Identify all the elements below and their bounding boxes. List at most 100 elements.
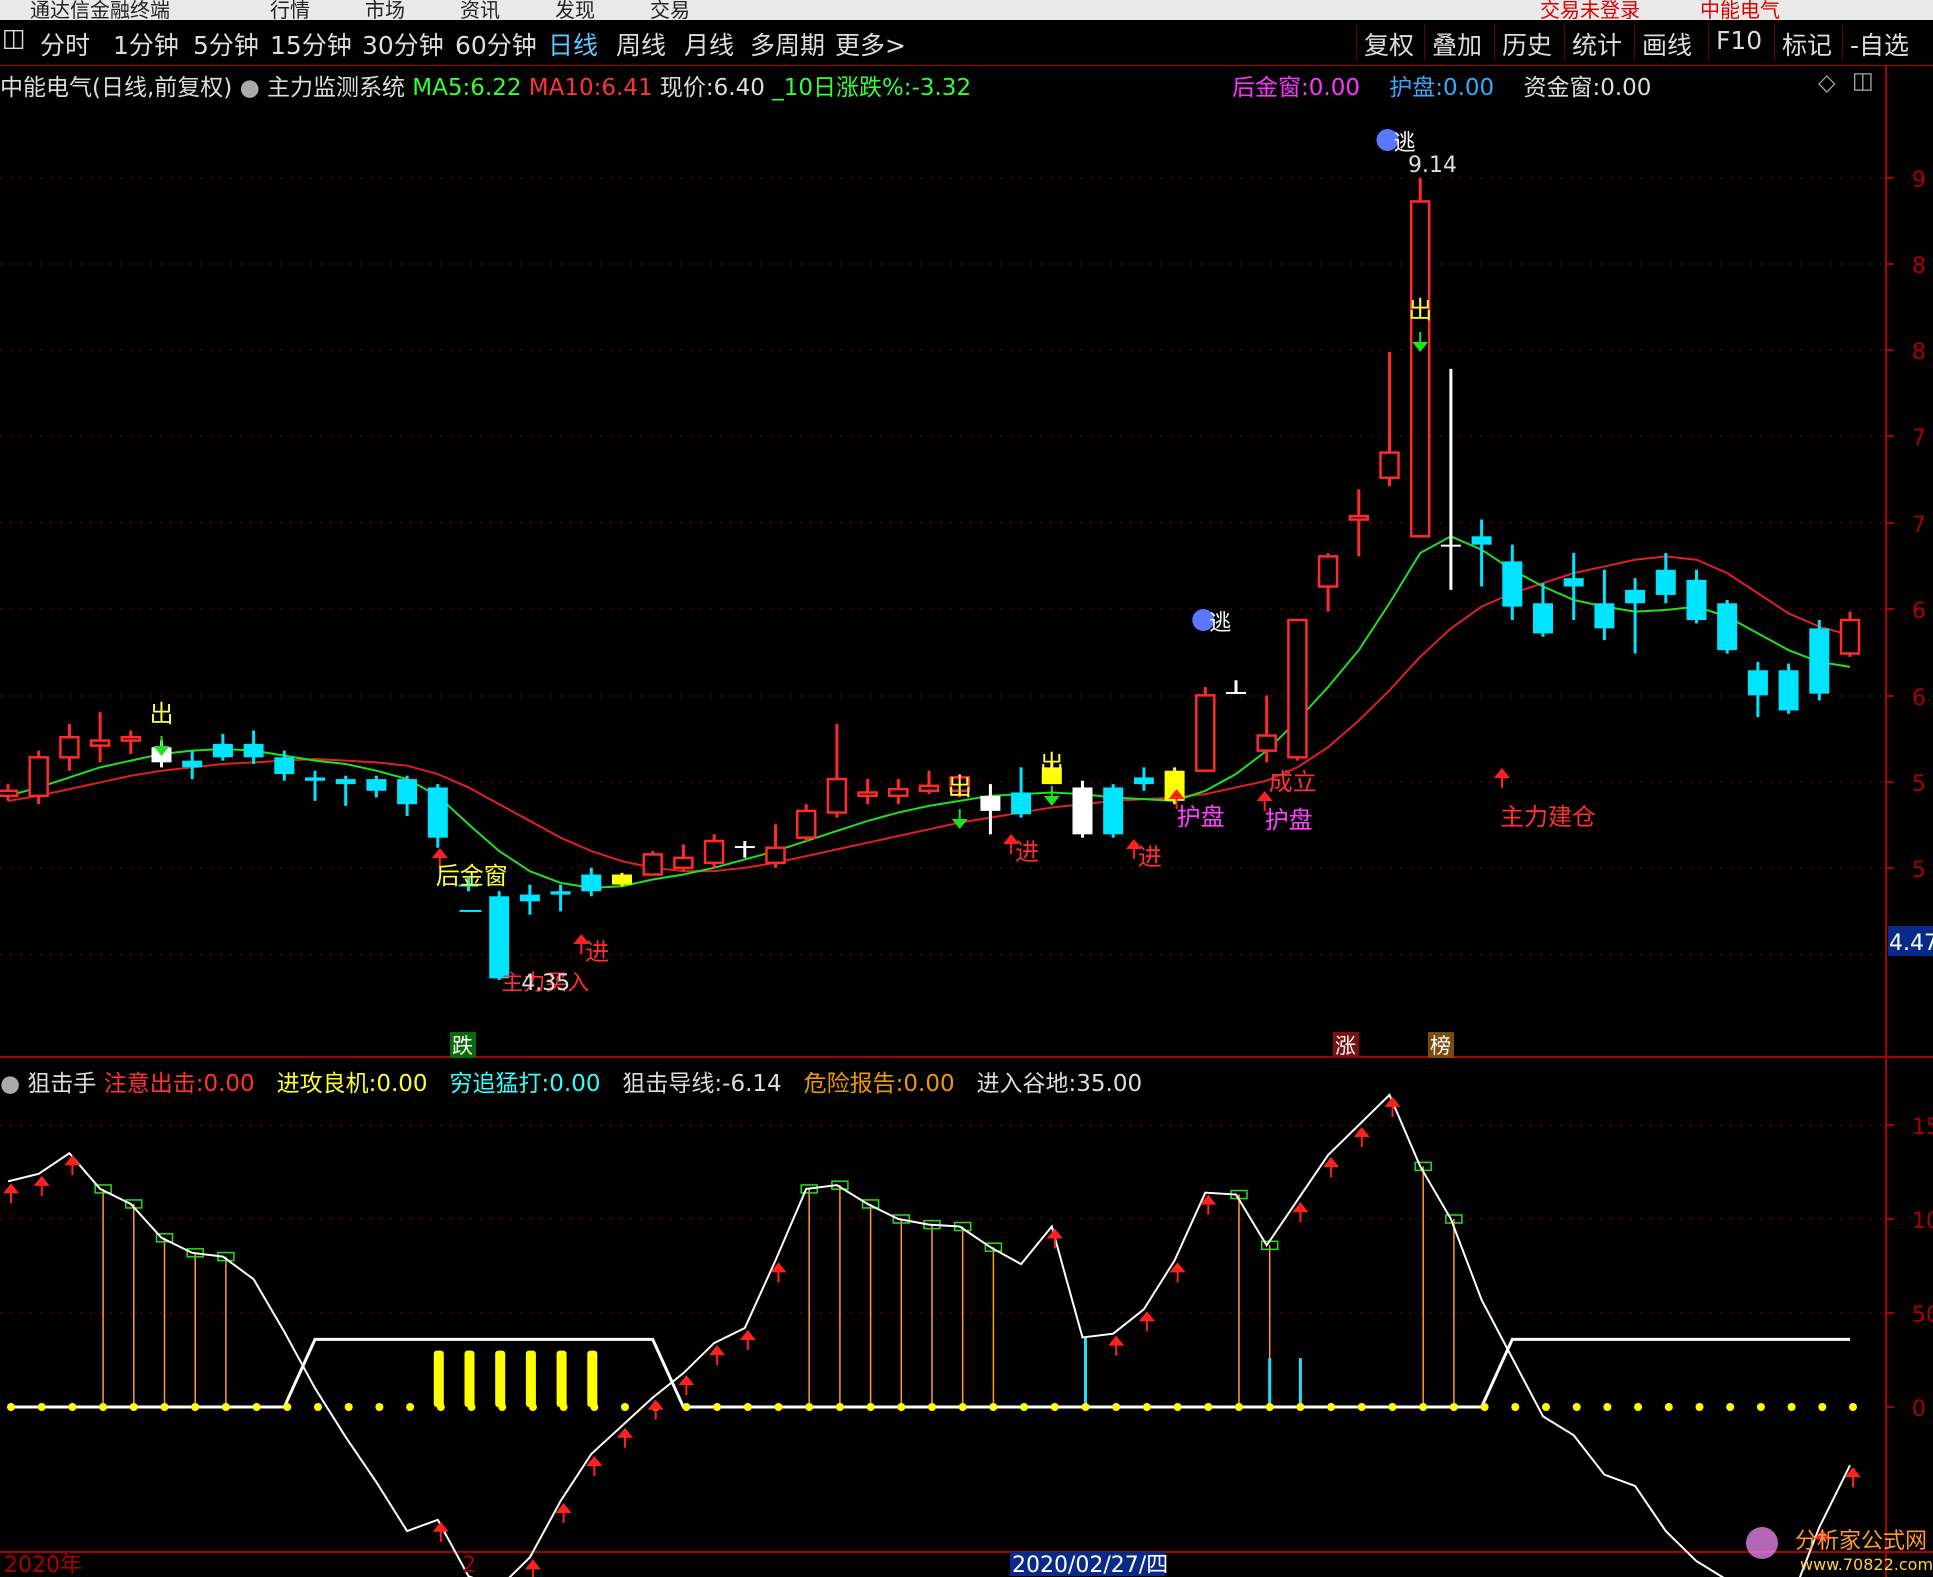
candle-body bbox=[1226, 692, 1246, 695]
sub-baseline-dot bbox=[7, 1403, 15, 1411]
sub-rise-arrow-head bbox=[64, 1155, 81, 1166]
candle-body bbox=[274, 757, 295, 775]
sidebar-toggle-icon[interactable]: ◫ bbox=[2, 23, 26, 52]
candle-body bbox=[1563, 578, 1584, 587]
price-tick-label: 8 bbox=[1912, 254, 1926, 279]
candle-body bbox=[305, 777, 325, 781]
sub-baseline-dot bbox=[1818, 1403, 1827, 1411]
candle-body bbox=[1471, 536, 1492, 545]
sub-baseline-dot bbox=[1020, 1403, 1029, 1411]
menu-jiaoyi[interactable]: 交易 bbox=[650, 0, 690, 20]
date-cursor-label: 2020/02/27/四 bbox=[1012, 1553, 1168, 1577]
candle-body bbox=[335, 779, 356, 785]
price-tick-label: 7 bbox=[1912, 513, 1926, 538]
app-title: 通达信金融终端 bbox=[30, 0, 170, 20]
candle-body bbox=[857, 791, 878, 798]
sub-baseline-dot bbox=[682, 1403, 691, 1411]
menu-zixun[interactable]: 资讯 bbox=[460, 0, 500, 20]
sub-baseline-dot bbox=[528, 1403, 537, 1411]
toolbar-button-2[interactable]: 历史 bbox=[1502, 26, 1552, 62]
sub-baseline-dot bbox=[375, 1403, 384, 1411]
candle-body bbox=[888, 787, 909, 798]
menu-faxian[interactable]: 发现 bbox=[555, 0, 595, 20]
toolbar-separator bbox=[1564, 24, 1565, 60]
period-tab-4[interactable]: 30分钟 bbox=[362, 26, 444, 62]
candle-body bbox=[489, 896, 510, 979]
toolbar-separator bbox=[1494, 24, 1495, 60]
candle-body bbox=[826, 777, 848, 814]
watermark-name: 分析家公式网 bbox=[1795, 1529, 1927, 1554]
candle-body bbox=[1317, 555, 1339, 588]
candle-body bbox=[703, 839, 725, 865]
kline-chart[interactable]: 9887766554.471510500出出出出逃逃9.14进进进后金窗一主力买… bbox=[0, 65, 1933, 1577]
candle-body bbox=[397, 779, 418, 805]
signal-enter: 进 bbox=[1138, 843, 1162, 871]
candle-body bbox=[1686, 579, 1707, 621]
candle-body bbox=[28, 756, 49, 798]
trade-login-status[interactable]: 交易未登录 bbox=[1540, 0, 1640, 20]
toolbar-button-1[interactable]: 叠加 bbox=[1432, 26, 1482, 62]
period-tab-2[interactable]: 5分钟 bbox=[193, 26, 259, 62]
signal-enter: 进 bbox=[585, 938, 609, 966]
price-tick-label: 7 bbox=[1912, 426, 1926, 451]
price-tick-label: 5 bbox=[1912, 858, 1926, 883]
toolbar-separator bbox=[1356, 24, 1357, 60]
sub-baseline-dot bbox=[1756, 1403, 1765, 1411]
toolbar-button-6[interactable]: 标记 bbox=[1782, 26, 1832, 62]
candle-body bbox=[795, 809, 817, 839]
signal-dash: 一 bbox=[459, 898, 483, 926]
period-tab-7[interactable]: 周线 bbox=[616, 26, 666, 62]
menu-shichang[interactable]: 市场 bbox=[365, 0, 405, 20]
candle-body bbox=[59, 735, 80, 759]
current-price-tag: 4.47 bbox=[1889, 931, 1933, 956]
period-tab-10[interactable]: 更多> bbox=[835, 26, 906, 62]
sub-baseline-dot bbox=[1419, 1403, 1428, 1411]
toolbar-button-0[interactable]: 复权 bbox=[1364, 26, 1414, 62]
candle-body bbox=[427, 787, 448, 838]
toolbar-button-3[interactable]: 统计 bbox=[1572, 26, 1622, 62]
signal-chengli: 成立 bbox=[1269, 768, 1317, 796]
sub-tick-label: 0 bbox=[1912, 1397, 1926, 1422]
period-tab-9[interactable]: 多周期 bbox=[750, 26, 825, 62]
toolbar-separator bbox=[1634, 24, 1635, 60]
sub-yellow-bar bbox=[464, 1350, 475, 1407]
sub-yellow-bar bbox=[525, 1350, 536, 1407]
badge-die: 跌 bbox=[452, 1034, 473, 1058]
sub-baseline-dot bbox=[1142, 1403, 1151, 1411]
sub-rise-arrow-head bbox=[33, 1175, 50, 1186]
hjc-arrow-head bbox=[431, 848, 448, 858]
period-tab-1[interactable]: 1分钟 bbox=[113, 26, 179, 62]
sub-baseline-dot bbox=[1357, 1403, 1366, 1411]
candle-body bbox=[581, 874, 602, 892]
period-tab-5[interactable]: 60分钟 bbox=[455, 26, 537, 62]
sub-yellow-bar bbox=[587, 1350, 598, 1407]
signal-hjc: 后金窗 bbox=[436, 862, 508, 890]
jiancang-arrow-head bbox=[1494, 768, 1510, 778]
candle-body bbox=[642, 853, 663, 876]
candle-body bbox=[1594, 603, 1615, 629]
toolbar-button-5[interactable]: F10 bbox=[1716, 26, 1762, 55]
sub-baseline-dot bbox=[774, 1403, 783, 1411]
sub-baseline-dot bbox=[1634, 1403, 1643, 1411]
toolbar-button-4[interactable]: 画线 bbox=[1642, 26, 1692, 62]
price-tick-label: 5 bbox=[1912, 772, 1926, 797]
period-tab-3[interactable]: 15分钟 bbox=[270, 26, 352, 62]
period-tab-0[interactable]: 分时 bbox=[40, 26, 90, 62]
signal-enter: 进 bbox=[1015, 838, 1039, 866]
toolbar-button-7[interactable]: -自选 bbox=[1850, 26, 1909, 62]
toolbar-separator bbox=[1774, 24, 1775, 60]
candle-body bbox=[1103, 787, 1124, 835]
candle-body bbox=[1287, 618, 1308, 759]
sub-yellow-bar bbox=[433, 1350, 444, 1407]
candle-body bbox=[1747, 670, 1768, 696]
period-tab-6[interactable]: 日线 bbox=[548, 26, 598, 62]
sub-step-line bbox=[8, 1337, 1850, 1409]
sub-baseline-dot bbox=[1204, 1403, 1213, 1411]
menu-hangqing[interactable]: 行情 bbox=[270, 0, 310, 20]
badge-bang: 榜 bbox=[1430, 1034, 1451, 1058]
sub-baseline-dot bbox=[1695, 1403, 1704, 1411]
sub-baseline-dot bbox=[590, 1403, 599, 1411]
sub-baseline-dot bbox=[1787, 1403, 1796, 1411]
period-tab-8[interactable]: 月线 bbox=[684, 26, 734, 62]
sub-baseline-dot bbox=[1572, 1403, 1581, 1411]
